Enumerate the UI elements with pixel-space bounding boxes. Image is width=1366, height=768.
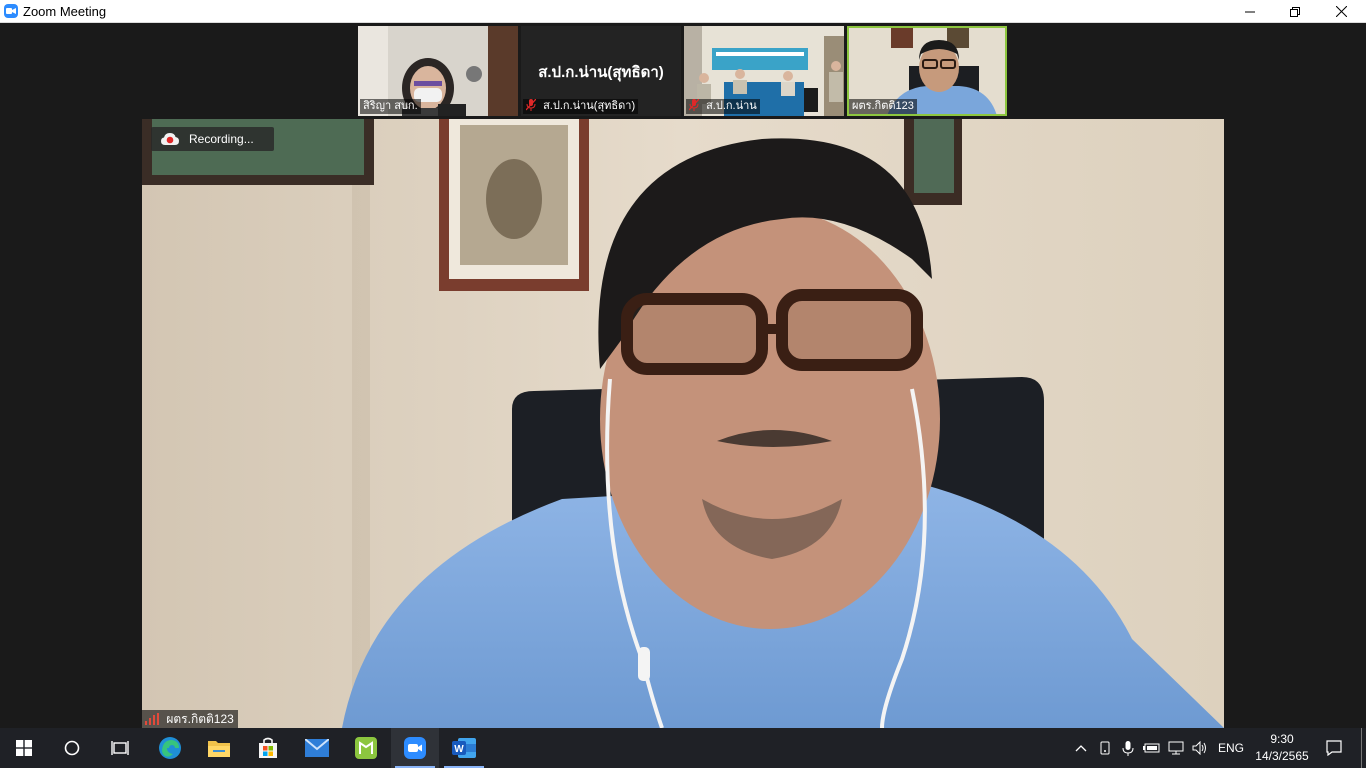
participant-name-2: ส.ป.ก.น่าน(สุทธิดา): [523, 99, 639, 114]
participant-tile-3[interactable]: ส.ป.ก.น่าน: [684, 26, 844, 116]
start-button[interactable]: [0, 728, 48, 768]
zoom-app-icon: [4, 4, 18, 18]
mic-muted-icon: [689, 99, 699, 111]
green-app-taskbar-button[interactable]: [342, 728, 390, 768]
edge-taskbar-button[interactable]: [146, 728, 194, 768]
tray-device-button[interactable]: [1094, 728, 1116, 768]
participant-name-1: สิริญา สบก.: [360, 99, 421, 114]
volume-icon: [1192, 741, 1206, 755]
edge-icon: [159, 737, 181, 759]
folder-icon: [208, 741, 230, 757]
cloud-recording-icon: [161, 133, 179, 145]
participant-tile-1[interactable]: สิริญา สบก.: [358, 26, 518, 116]
zoom-icon: [404, 737, 426, 759]
mic-muted-icon: [526, 99, 536, 111]
participant-label-3: ส.ป.ก.น่าน: [706, 100, 757, 112]
participant-tile-4[interactable]: ผตร.กิตติ123: [847, 26, 1007, 116]
mail-taskbar-button[interactable]: [293, 728, 341, 768]
participant-tile-2[interactable]: ส.ป.ก.น่าน(สุทธิดา) ส.ป.ก.น่าน(สุทธิดา): [521, 26, 681, 116]
active-speaker-video[interactable]: Recording... ผตร.กิตติ123: [142, 119, 1224, 728]
clock-time: 9:30: [1270, 732, 1294, 746]
tray-battery-button[interactable]: [1141, 728, 1163, 768]
zoom-taskbar-button[interactable]: [391, 728, 439, 768]
word-taskbar-button[interactable]: W: [440, 728, 488, 768]
file-explorer-taskbar-button[interactable]: [195, 728, 243, 768]
device-icon: [1100, 741, 1110, 755]
gallery-strip: สิริญา สบก. ส.ป.ก.น่าน(สุทธิดา) ส.ป.ก.น่…: [0, 24, 1366, 117]
store-taskbar-button[interactable]: [244, 728, 292, 768]
store-icon: [259, 737, 277, 758]
input-language-indicator[interactable]: ENG: [1213, 728, 1249, 768]
speaker-name: ผตร.กิตติ123: [166, 712, 234, 726]
task-view-button[interactable]: [96, 728, 144, 768]
svg-text:W: W: [454, 744, 464, 755]
participant-label-2: ส.ป.ก.น่าน(สุทธิดา): [543, 100, 636, 112]
participant-name-3: ส.ป.ก.น่าน: [686, 99, 760, 114]
task-view-icon: [111, 741, 129, 755]
show-hidden-icons-button[interactable]: [1070, 728, 1092, 768]
mail-icon: [305, 739, 329, 757]
search-button[interactable]: [48, 728, 96, 768]
show-desktop-divider[interactable]: [1361, 728, 1362, 768]
word-icon: W: [452, 738, 476, 758]
green-app-icon: [355, 737, 377, 759]
restore-button[interactable]: [1272, 0, 1318, 23]
tray-clock[interactable]: 9:30 14/3/2565: [1250, 731, 1314, 765]
action-center-button[interactable]: [1316, 728, 1352, 768]
chevron-up-icon: [1075, 745, 1087, 752]
participant-display-name-2: ส.ป.ก.น่าน(สุทธิดา): [538, 64, 664, 81]
recording-indicator[interactable]: Recording...: [151, 127, 274, 151]
recording-label: Recording...: [189, 132, 254, 146]
windows-logo-icon: [16, 740, 32, 756]
microphone-icon: [1122, 741, 1134, 756]
window-title: Zoom Meeting: [23, 4, 107, 19]
tray-microphone-button[interactable]: [1117, 728, 1139, 768]
battery-icon: [1143, 743, 1160, 753]
minimize-button[interactable]: [1227, 0, 1273, 23]
connection-strength-icon: [145, 713, 159, 725]
participant-name-4: ผตร.กิตติ123: [849, 99, 917, 114]
tray-volume-button[interactable]: [1189, 728, 1211, 768]
notification-icon: [1326, 740, 1342, 756]
search-circle-icon: [64, 740, 80, 756]
speaker-video-frame: [142, 119, 1224, 728]
close-button[interactable]: [1318, 0, 1364, 23]
clock-date: 14/3/2565: [1255, 749, 1309, 763]
tray-network-button[interactable]: [1165, 728, 1187, 768]
speaker-name-label: ผตร.กิตติ123: [142, 710, 238, 728]
window-titlebar: Zoom Meeting: [0, 0, 1366, 23]
windows-taskbar: W ENG 9:30 14/3/2565: [0, 728, 1366, 768]
network-icon: [1168, 741, 1184, 755]
